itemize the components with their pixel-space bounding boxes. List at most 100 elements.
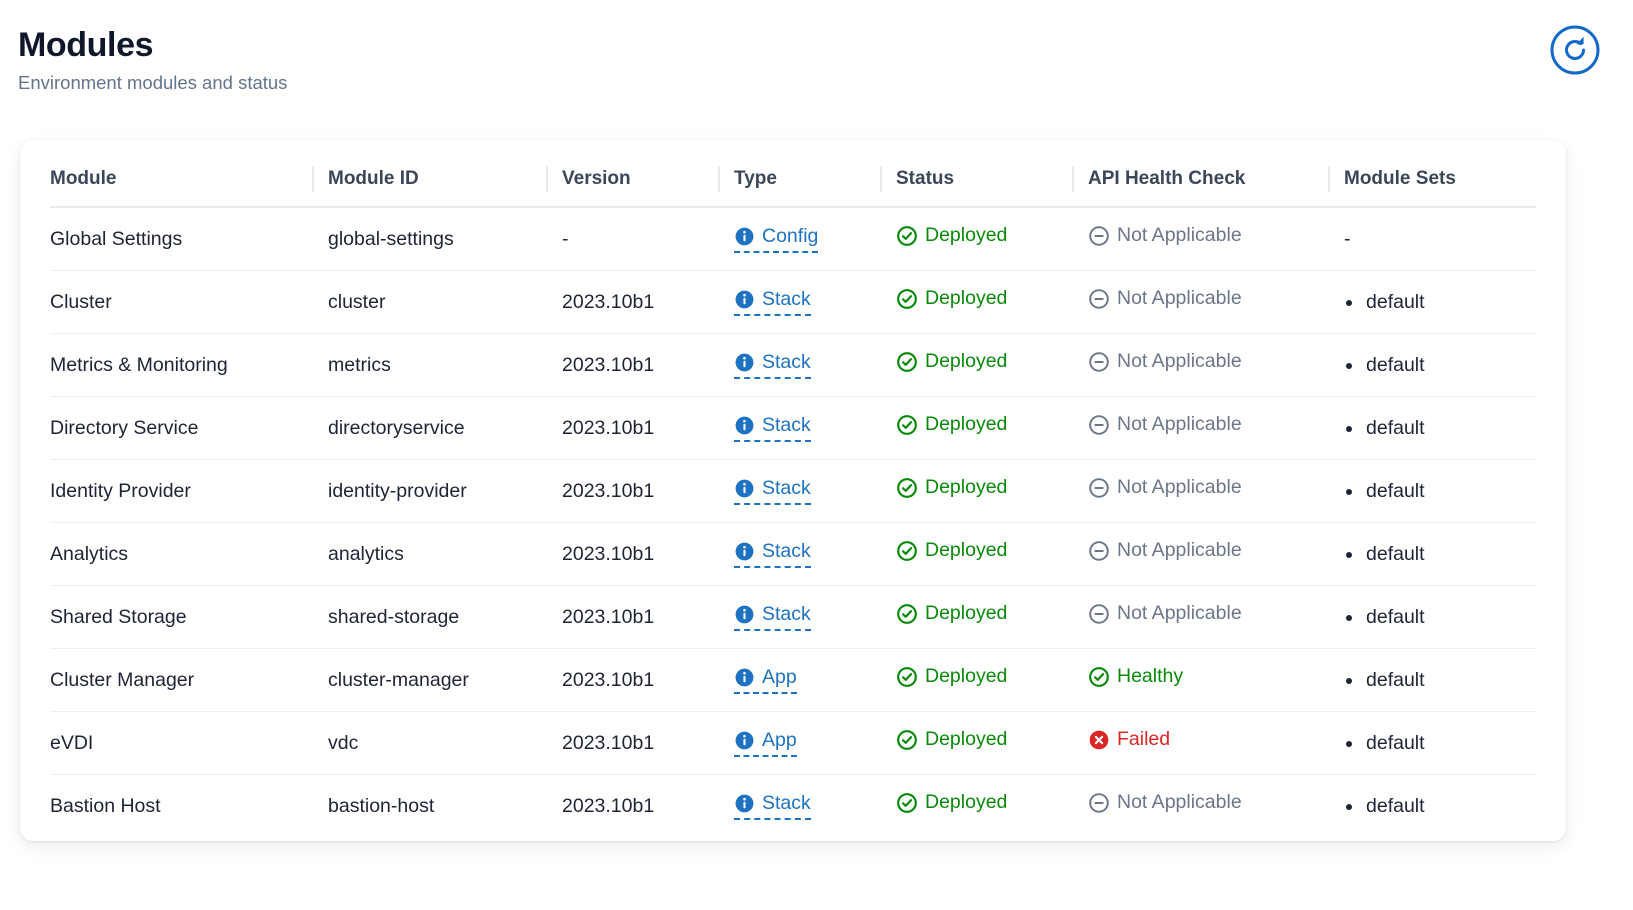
module-set-item: default	[1344, 794, 1536, 818]
type-link[interactable]: Stack	[734, 792, 811, 820]
health-badge: Not Applicable	[1088, 288, 1242, 310]
cell-module-sets: default	[1344, 333, 1536, 397]
info-circle-icon	[734, 352, 755, 373]
cell-api-health-check: Failed	[1088, 711, 1344, 775]
table-row[interactable]: Cluster Manager cluster-manager 2023.10b1 A…	[50, 648, 1536, 712]
cell-version: 2023.10b1	[562, 794, 655, 817]
type-link[interactable]: App	[734, 729, 797, 757]
type-link[interactable]: Stack	[734, 603, 811, 631]
type-link[interactable]: Stack	[734, 351, 811, 379]
cell-module-id: identity-provider	[328, 459, 562, 523]
page-title: Modules	[18, 26, 154, 64]
table-row[interactable]: Analytics analytics 2023.10b1 Stack Deployed…	[50, 522, 1536, 586]
check-circle-icon	[896, 351, 918, 373]
cell-module-id: vdc	[328, 711, 562, 775]
column-header-version[interactable]: Version	[546, 140, 734, 208]
status-label: Deployed	[925, 665, 1008, 688]
cell-version: 2023.10b1	[562, 522, 734, 586]
x-circle-icon	[1088, 729, 1110, 751]
health-badge: Not Applicable	[1088, 414, 1242, 436]
health-badge: Not Applicable	[1088, 540, 1242, 562]
status-badge: Deployed	[896, 666, 1007, 688]
refresh-button[interactable]	[1547, 22, 1603, 78]
column-header-module-id[interactable]: Module ID	[312, 140, 562, 208]
table-body: Global Settings global-settings - Config Dep…	[50, 207, 1536, 841]
cell-module: Cluster Manager	[50, 648, 328, 712]
type-link[interactable]: Stack	[734, 414, 811, 442]
type-label: App	[762, 729, 797, 751]
table-row[interactable]: Shared Storage shared-storage 2023.10b1 Sta…	[50, 585, 1536, 649]
table-row[interactable]: Identity Provider identity-provider 2023.1…	[50, 459, 1536, 523]
cell-api-health-check: Not Applicable	[1088, 207, 1344, 271]
status-badge: Deployed	[896, 603, 1007, 625]
cell-module-sets: default	[1344, 459, 1536, 523]
cell-status: Deployed	[896, 775, 1088, 842]
cell-module-id: metrics	[328, 333, 562, 397]
health-badge: Failed	[1088, 729, 1170, 751]
check-circle-icon	[896, 666, 918, 688]
module-set-item: default	[1344, 290, 1536, 314]
cell-api-health-check: Not Applicable	[1088, 775, 1344, 842]
cell-api-health-check: Not Applicable	[1088, 522, 1344, 586]
column-header-module[interactable]: Module	[50, 140, 328, 208]
health-label: Not Applicable	[1117, 602, 1242, 625]
refresh-circle-icon	[1549, 24, 1601, 76]
info-circle-icon	[734, 667, 755, 688]
column-header-type[interactable]: Type	[718, 140, 896, 208]
page-header: Modules Environment modules and status	[0, 0, 1633, 140]
type-link[interactable]: Config	[734, 225, 819, 253]
type-label: Stack	[762, 414, 811, 436]
table-row[interactable]: Cluster cluster 2023.10b1 Stack Deployed Not …	[50, 270, 1536, 334]
table-row[interactable]: Directory Service directoryservice 2023.10…	[50, 396, 1536, 460]
type-label: Config	[762, 225, 819, 247]
cell-type: Stack	[734, 522, 896, 586]
type-link[interactable]: App	[734, 666, 797, 694]
check-circle-icon	[896, 792, 918, 814]
cell-status: Deployed	[896, 585, 1088, 649]
cell-module: Metrics & Monitoring	[50, 333, 328, 397]
cell-version: 2023.10b1	[562, 333, 734, 397]
table-row[interactable]: Bastion Host bastion-host 2023.10b1 Stack De…	[50, 775, 1536, 842]
cell-module-sets: default	[1344, 585, 1536, 649]
check-circle-icon	[1088, 666, 1110, 688]
module-set-item: default	[1344, 353, 1536, 377]
info-circle-icon	[734, 541, 755, 562]
cell-status: Deployed	[896, 333, 1088, 397]
column-header-api-health-check[interactable]: API Health Check	[1072, 140, 1344, 208]
status-badge: Deployed	[896, 225, 1007, 247]
module-sets-list: default	[1344, 668, 1536, 692]
cell-status: Deployed	[896, 648, 1088, 712]
health-label: Not Applicable	[1117, 287, 1242, 310]
status-badge: Deployed	[896, 477, 1007, 499]
info-circle-icon	[734, 478, 755, 499]
status-badge: Deployed	[896, 540, 1007, 562]
info-circle-icon	[734, 226, 755, 247]
cell-status: Deployed	[896, 207, 1088, 271]
table-row[interactable]: Global Settings global-settings - Config Dep…	[50, 207, 1536, 271]
type-link[interactable]: Stack	[734, 477, 811, 505]
cell-module: Global Settings	[50, 207, 328, 271]
module-set-item: default	[1344, 605, 1536, 629]
module-sets-empty: -	[1344, 227, 1351, 250]
type-link[interactable]: Stack	[734, 540, 811, 568]
cell-module-sets: default	[1344, 396, 1536, 460]
health-badge: Not Applicable	[1088, 603, 1242, 625]
column-header-status[interactable]: Status	[880, 140, 1088, 208]
cell-module: Analytics	[50, 522, 328, 586]
status-badge: Deployed	[896, 729, 1007, 751]
health-badge: Healthy	[1088, 666, 1183, 688]
cell-type: App	[734, 648, 896, 712]
table-row[interactable]: eVDI vdc 2023.10b1 App Deployed Failed default	[50, 711, 1536, 775]
status-label: Deployed	[925, 539, 1008, 562]
cell-module: eVDI	[50, 711, 328, 775]
type-link[interactable]: Stack	[734, 288, 811, 316]
status-badge: Deployed	[896, 414, 1007, 436]
type-label: Stack	[762, 288, 811, 310]
type-label: Stack	[762, 792, 811, 814]
status-label: Deployed	[925, 476, 1008, 499]
type-label: Stack	[762, 603, 811, 625]
cell-api-health-check: Not Applicable	[1088, 396, 1344, 460]
column-header-module-sets[interactable]: Module Sets	[1328, 140, 1536, 208]
cell-module: Bastion Host	[50, 794, 161, 817]
table-row[interactable]: Metrics & Monitoring metrics 2023.10b1 Stac…	[50, 333, 1536, 397]
